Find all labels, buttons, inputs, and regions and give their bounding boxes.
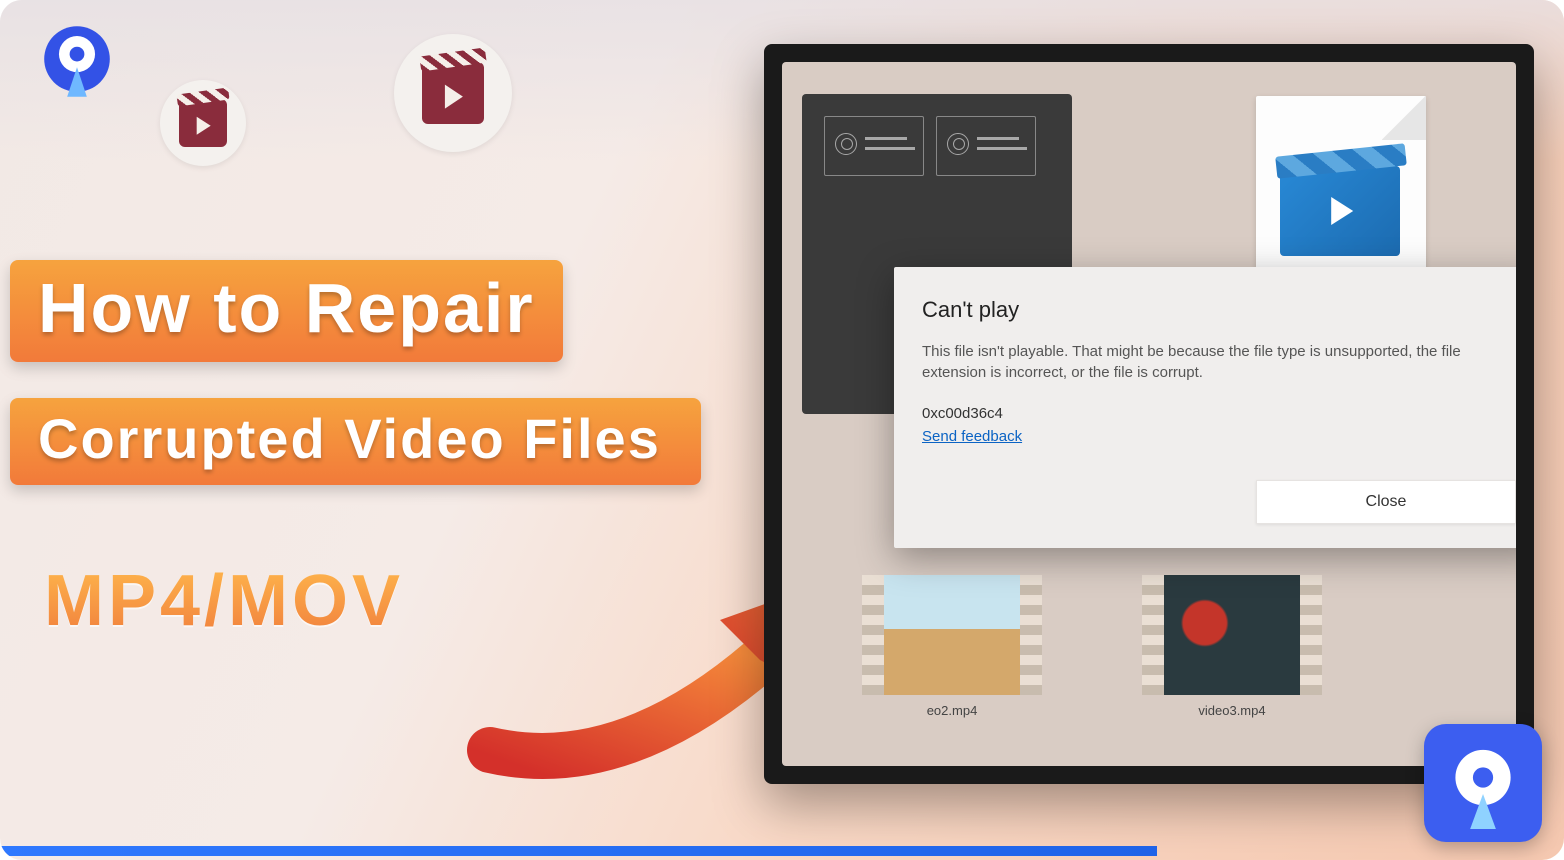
brand-badge bbox=[1424, 724, 1542, 842]
video-thumbnail[interactable]: video3.mp4 bbox=[1142, 575, 1322, 718]
dialog-message: This file isn't playable. That might be … bbox=[922, 341, 1516, 383]
send-feedback-link[interactable]: Send feedback bbox=[922, 428, 1022, 445]
contact-card bbox=[824, 116, 924, 176]
video-clip-icon-large bbox=[394, 34, 512, 152]
error-code: 0xc00d36c4 bbox=[922, 405, 1516, 422]
title-line-2: Corrupted Video Files bbox=[10, 398, 701, 485]
dialog-title: Can't play bbox=[922, 297, 1516, 323]
clapper-icon bbox=[422, 62, 484, 124]
contact-card bbox=[936, 116, 1036, 176]
thumbnail-canvas: How to Repair Corrupted Video Files MP4/… bbox=[0, 0, 1564, 860]
recoverit-logo-icon bbox=[36, 18, 118, 100]
brand-logo bbox=[36, 18, 118, 100]
thumbnail-caption: video3.mp4 bbox=[1142, 703, 1322, 718]
clapper-icon bbox=[179, 99, 227, 147]
close-button[interactable]: Close bbox=[1256, 480, 1516, 524]
title-line-1: How to Repair bbox=[10, 260, 563, 362]
screen-area: Can't play This file isn't playable. Tha… bbox=[782, 62, 1516, 766]
video-thumbnail[interactable]: eo2.mp4 bbox=[862, 575, 1042, 718]
thumbnail-caption: eo2.mp4 bbox=[862, 703, 1042, 718]
recoverit-logo-icon bbox=[1437, 737, 1529, 829]
video-clip-icon-small bbox=[160, 80, 246, 166]
progress-bar[interactable] bbox=[0, 846, 1157, 856]
formats-label: MP4/MOV bbox=[44, 560, 404, 642]
error-dialog: Can't play This file isn't playable. Tha… bbox=[894, 267, 1516, 548]
monitor-frame: Can't play This file isn't playable. Tha… bbox=[764, 44, 1534, 784]
